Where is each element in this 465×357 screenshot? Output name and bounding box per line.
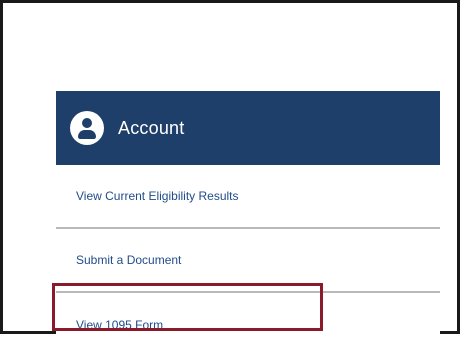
- account-title: Account: [118, 117, 185, 138]
- account-menu-panel: Account View Current Eligibility Results…: [56, 91, 440, 357]
- account-header: Account: [56, 91, 440, 165]
- menu-item-view-eligibility-results[interactable]: View Current Eligibility Results: [56, 165, 440, 229]
- menu-item-view-1095-form[interactable]: View 1095 Form: [56, 293, 440, 357]
- account-icon-body: [78, 130, 96, 139]
- screenshot-frame: Account View Current Eligibility Results…: [0, 0, 460, 357]
- menu-item-submit-document[interactable]: Submit a Document: [56, 229, 440, 293]
- account-user-icon: [70, 111, 104, 145]
- account-icon-head: [82, 118, 92, 128]
